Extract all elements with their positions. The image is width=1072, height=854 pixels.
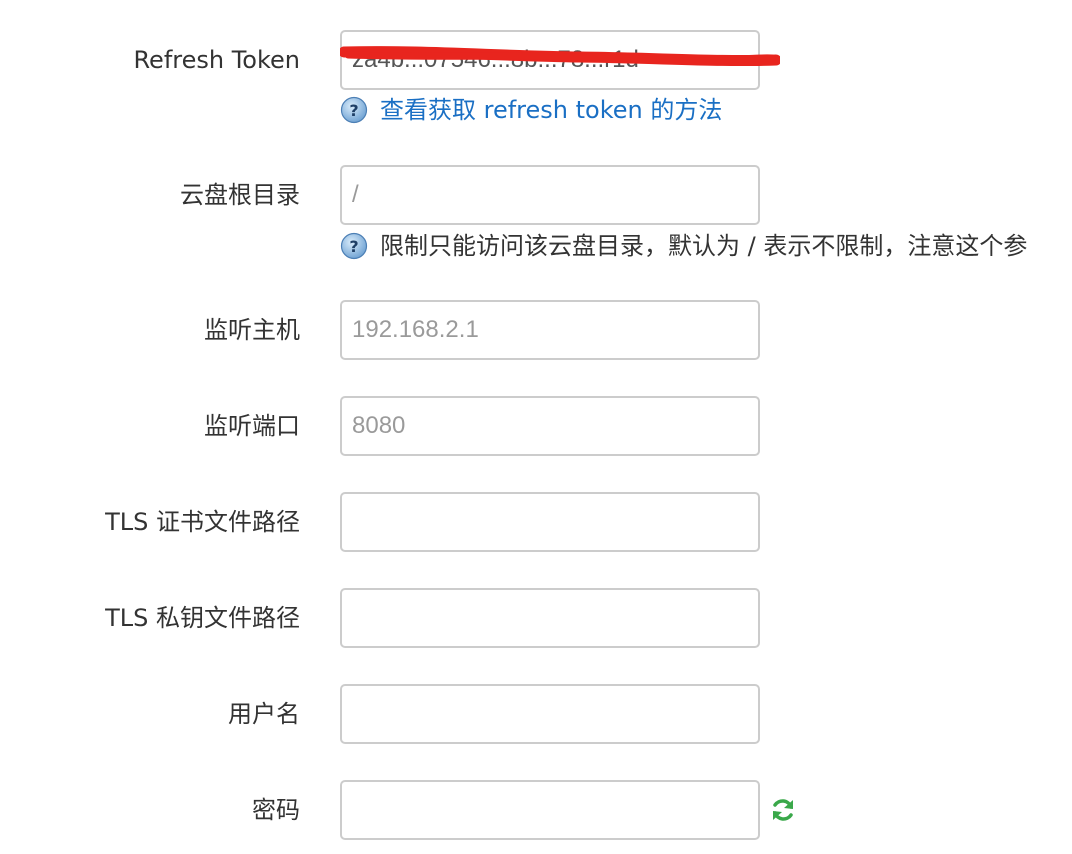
password-input[interactable] xyxy=(340,780,760,840)
refresh-token-help-link[interactable]: 查看获取 refresh token 的方法 xyxy=(380,98,722,122)
listen-port-input[interactable] xyxy=(340,396,760,456)
refresh-token-label: Refresh Token xyxy=(133,46,300,74)
listen-host-label: 监听主机 xyxy=(204,316,300,344)
username-label: 用户名 xyxy=(228,700,300,728)
listen-host-input[interactable] xyxy=(340,300,760,360)
root-dir-help-text: 限制只能访问该云盘目录，默认为 / 表示不限制，注意这个参 xyxy=(380,232,1028,260)
refresh-token-input[interactable] xyxy=(340,30,760,90)
svg-text:?: ? xyxy=(349,101,358,120)
svg-text:?: ? xyxy=(349,237,358,256)
tls-key-label: TLS 私钥文件路径 xyxy=(105,604,300,632)
help-circle-icon: ? xyxy=(340,96,368,124)
help-circle-icon: ? xyxy=(340,232,368,260)
username-input[interactable] xyxy=(340,684,760,744)
tls-cert-label: TLS 证书文件路径 xyxy=(105,508,300,536)
tls-key-input[interactable] xyxy=(340,588,760,648)
password-label: 密码 xyxy=(252,796,300,824)
root-dir-input[interactable] xyxy=(340,165,760,225)
settings-form: Refresh Token ? 查看获取 refresh token 的方法 云… xyxy=(0,0,1072,854)
listen-port-label: 监听端口 xyxy=(204,412,300,440)
refresh-icon[interactable] xyxy=(770,797,796,823)
tls-cert-input[interactable] xyxy=(340,492,760,552)
refresh-token-help: ? 查看获取 refresh token 的方法 xyxy=(340,96,722,124)
root-dir-label: 云盘根目录 xyxy=(180,181,300,209)
root-dir-help: ? 限制只能访问该云盘目录，默认为 / 表示不限制，注意这个参 xyxy=(340,232,1027,260)
